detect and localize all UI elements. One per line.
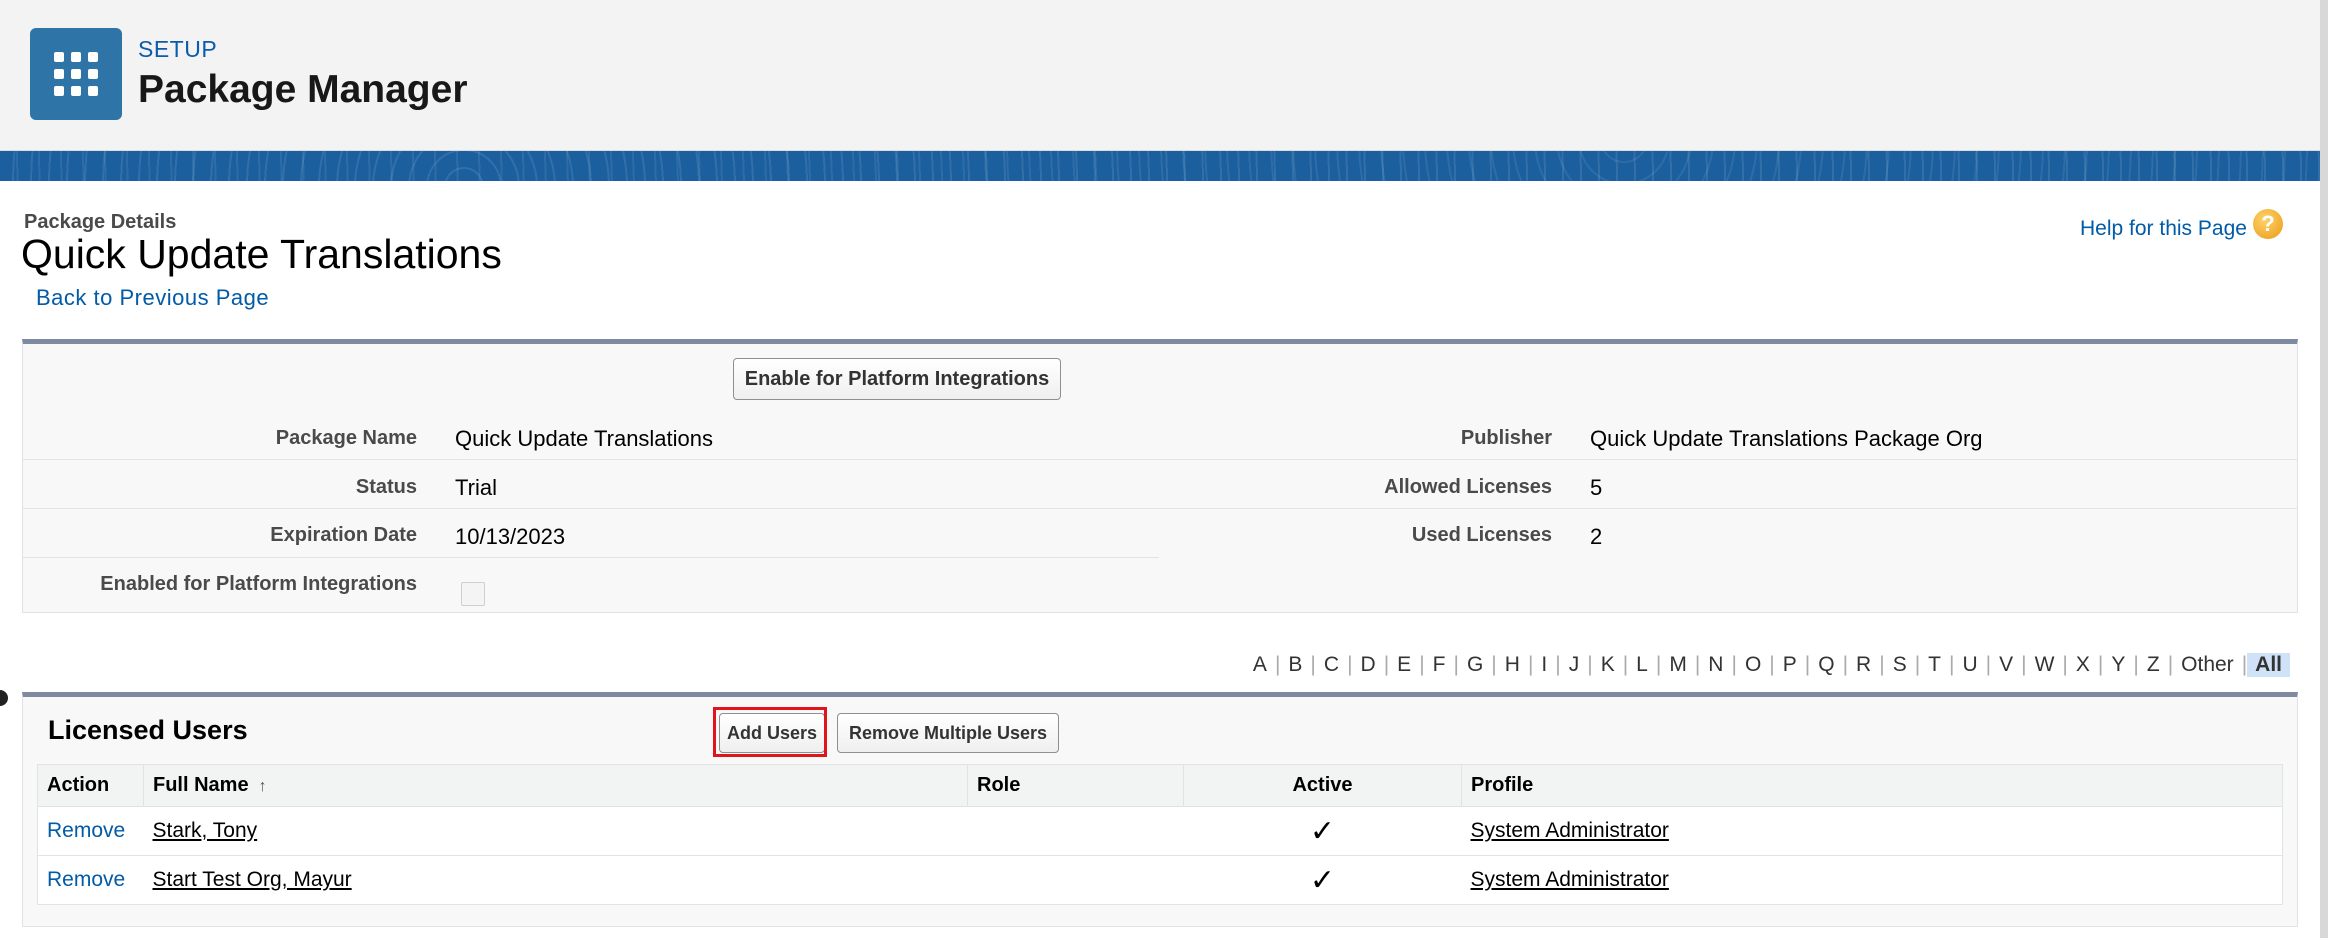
alpha-filter-n[interactable]: N: [1700, 653, 1731, 677]
alpha-filter-q[interactable]: Q: [1810, 653, 1842, 677]
used-licenses-label: Used Licenses: [1411, 524, 1552, 546]
alpha-filter-g[interactable]: G: [1459, 653, 1491, 677]
alpha-filter-i[interactable]: I: [1533, 653, 1555, 677]
remove-user-link[interactable]: Remove: [47, 868, 125, 891]
column-header-active[interactable]: Active: [1183, 764, 1462, 807]
alpha-filter-v[interactable]: V: [1991, 653, 2021, 677]
alpha-filter-m[interactable]: M: [1661, 653, 1695, 677]
full-name-header-label: Full Name: [153, 774, 249, 796]
scrollbar[interactable]: [2320, 0, 2328, 938]
alpha-filter-o[interactable]: O: [1737, 653, 1769, 677]
package-detail-block: Enable for Platform Integrations Package…: [22, 339, 2298, 613]
column-header-role[interactable]: Role: [967, 764, 1184, 807]
enabled-platform-checkbox: [461, 582, 485, 606]
column-header-profile[interactable]: Profile: [1461, 764, 2283, 807]
alpha-filter-d[interactable]: D: [1353, 653, 1384, 677]
package-name-value: Quick Update Translations: [455, 426, 714, 451]
app-grid-icon: [54, 52, 98, 96]
setup-breadcrumb: SETUP: [138, 36, 218, 62]
alpha-filter-p[interactable]: P: [1775, 653, 1805, 677]
package-details-content: Package Details Quick Update Translation…: [0, 181, 2320, 938]
alpha-filter-h[interactable]: H: [1497, 653, 1528, 677]
licensed-users-title: Licensed Users: [48, 715, 248, 745]
publisher-label: Publisher: [1460, 427, 1552, 449]
alpha-filter-c[interactable]: C: [1316, 653, 1347, 677]
enable-platform-integrations-button[interactable]: Enable for Platform Integrations: [733, 358, 1061, 400]
setup-header: SETUP Package Manager: [0, 0, 2320, 151]
remove-user-link[interactable]: Remove: [47, 819, 125, 842]
sort-ascending-icon[interactable]: ↑: [259, 778, 267, 795]
package-title: Quick Update Translations: [21, 231, 502, 277]
expiration-date-value: 10/13/2023: [455, 524, 566, 549]
licensed-users-block: Licensed Users Add Users Remove Multiple…: [22, 692, 2298, 927]
detail-row: [23, 460, 1159, 509]
column-header-action: Action: [37, 764, 144, 807]
used-licenses-value: 2: [1590, 524, 1603, 549]
add-users-button[interactable]: Add Users: [719, 713, 825, 753]
licensed-users-table: Action Full Name ↑ Role Active Profile Re…: [37, 764, 2283, 905]
alpha-filter-u[interactable]: U: [1954, 653, 1985, 677]
user-name-link[interactable]: Stark, Tony: [153, 819, 258, 842]
active-check-icon: ✓: [1309, 863, 1336, 897]
detail-row: [23, 509, 1159, 558]
status-value: Trial: [455, 475, 497, 500]
alpha-filter-j[interactable]: J: [1561, 653, 1588, 677]
publisher-value: Quick Update Translations Package Org: [1590, 426, 1983, 451]
alpha-filter-all[interactable]: All: [2247, 653, 2290, 677]
help-for-page-link[interactable]: Help for this Page: [2080, 217, 2247, 241]
alpha-filter-z[interactable]: Z: [2139, 653, 2168, 677]
alpha-filter-x[interactable]: X: [2068, 653, 2098, 677]
back-to-previous-link[interactable]: Back to Previous Page: [36, 285, 269, 311]
alpha-filter-r[interactable]: R: [1848, 653, 1879, 677]
alpha-filter-other[interactable]: Other: [2173, 653, 2242, 677]
user-role: [967, 855, 1184, 905]
alpha-filter-e[interactable]: E: [1389, 653, 1419, 677]
table-row: Remove Stark, Tony ✓ System Administrato…: [37, 806, 2283, 856]
active-check-icon: ✓: [1309, 814, 1336, 848]
app-launcher-button[interactable]: [30, 28, 122, 120]
alpha-filter-s[interactable]: S: [1885, 653, 1915, 677]
enabled-platform-label: Enabled for Platform Integrations: [100, 573, 417, 595]
profile-link[interactable]: System Administrator: [1471, 868, 1669, 891]
alpha-filter-f[interactable]: F: [1425, 653, 1454, 677]
user-role: [967, 806, 1184, 856]
allowed-licenses-label: Allowed Licenses: [1384, 476, 1552, 498]
status-label: Status: [355, 476, 417, 498]
expiration-date-label: Expiration Date: [270, 524, 417, 546]
alpha-filter-a[interactable]: A: [1245, 653, 1275, 677]
user-name-link[interactable]: Start Test Org, Mayur: [153, 868, 352, 891]
decorative-band: [0, 151, 2320, 181]
page-title: Package Manager: [138, 68, 468, 111]
alpha-filter-l[interactable]: L: [1628, 653, 1656, 677]
column-header-full-name[interactable]: Full Name ↑: [143, 764, 968, 807]
alpha-filter-k[interactable]: K: [1593, 653, 1623, 677]
table-row: Remove Start Test Org, Mayur ✓ System Ad…: [37, 855, 2283, 905]
alpha-filter-b[interactable]: B: [1280, 653, 1310, 677]
alphabet-filter: A | B | C | D | E | F | G | H | I | J | K | L | M | N…: [1245, 651, 2290, 679]
detail-row: [1159, 460, 2297, 509]
remove-multiple-users-button[interactable]: Remove Multiple Users: [837, 713, 1059, 753]
allowed-licenses-value: 5: [1590, 475, 1603, 500]
table-header-row: Action Full Name ↑ Role Active Profile: [37, 764, 2283, 807]
alpha-filter-y[interactable]: Y: [2103, 653, 2133, 677]
alpha-filter-w[interactable]: W: [2027, 653, 2063, 677]
help-icon[interactable]: ?: [2253, 209, 2283, 239]
profile-link[interactable]: System Administrator: [1471, 819, 1669, 842]
package-name-label: Package Name: [275, 427, 417, 449]
alpha-filter-t[interactable]: T: [1920, 653, 1949, 677]
